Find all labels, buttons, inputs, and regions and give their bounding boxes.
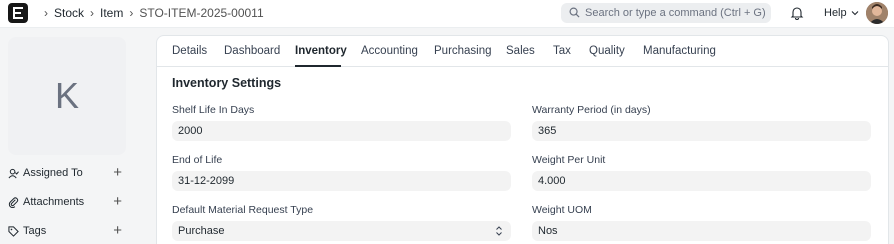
search-input[interactable] xyxy=(585,5,765,21)
tab-details[interactable]: Details xyxy=(172,45,207,57)
search-icon xyxy=(569,7,580,18)
tab-purchasing[interactable]: Purchasing xyxy=(434,45,492,57)
material-request-type-select[interactable]: Purchase xyxy=(172,221,511,241)
sidebar-item-tags[interactable]: Tags + xyxy=(8,223,126,239)
breadcrumb-stock[interactable]: Stock xyxy=(54,6,84,20)
tab-sales[interactable]: Sales xyxy=(506,45,535,57)
tab-bar: Details Dashboard Inventory Accounting P… xyxy=(157,36,888,67)
material-request-type-value: Purchase xyxy=(178,225,225,237)
chevron-right-icon: › xyxy=(90,6,95,20)
chevron-down-icon xyxy=(851,11,859,16)
search-bar[interactable] xyxy=(561,3,771,23)
breadcrumb: › Stock › Item › STO-ITEM-2025-00011 xyxy=(38,6,264,20)
field-label-weight-uom: Weight UOM xyxy=(532,204,592,216)
tab-dashboard[interactable]: Dashboard xyxy=(224,45,280,57)
weight-uom-input[interactable]: Nos xyxy=(532,221,871,241)
help-dropdown[interactable]: Help xyxy=(824,7,859,19)
sidebar-item-label: Tags xyxy=(23,225,47,237)
tag-icon xyxy=(8,225,19,237)
sidebar-item-label: Assigned To xyxy=(23,167,83,179)
add-tag-icon[interactable]: + xyxy=(113,223,122,239)
chevron-right-icon: › xyxy=(129,6,134,20)
field-label-shelf-life: Shelf Life In Days xyxy=(172,104,255,116)
section-title: Inventory Settings xyxy=(172,76,282,90)
weight-per-unit-input[interactable]: 4.000 xyxy=(532,171,871,191)
tab-inventory[interactable]: Inventory xyxy=(295,45,347,57)
select-arrows-icon xyxy=(496,226,502,236)
sidebar-item-attachments[interactable]: Attachments + xyxy=(8,194,126,210)
warranty-period-input[interactable]: 365 xyxy=(532,121,871,141)
shelf-life-input[interactable]: 2000 xyxy=(172,121,511,141)
breadcrumb-item[interactable]: Item xyxy=(100,6,123,20)
help-label: Help xyxy=(824,7,847,19)
top-navbar: › Stock › Item › STO-ITEM-2025-00011 Hel… xyxy=(0,0,894,28)
sidebar-item-assigned-to[interactable]: Assigned To + xyxy=(8,165,126,181)
field-label-material-request-type: Default Material Request Type xyxy=(172,204,314,216)
add-assignee-icon[interactable]: + xyxy=(113,165,122,181)
sidebar-item-label: Attachments xyxy=(23,196,85,208)
add-attachment-icon[interactable]: + xyxy=(113,194,122,210)
bell-icon[interactable] xyxy=(790,6,804,20)
user-check-icon xyxy=(8,168,19,178)
tab-accounting[interactable]: Accounting xyxy=(361,45,418,57)
field-label-weight-per-unit: Weight Per Unit xyxy=(532,154,606,166)
field-label-end-of-life: End of Life xyxy=(172,154,223,166)
tab-tax[interactable]: Tax xyxy=(553,45,571,57)
paperclip-icon xyxy=(8,196,19,208)
tab-quality[interactable]: Quality xyxy=(589,45,625,57)
avatar[interactable] xyxy=(866,2,888,24)
image-placeholder-letter: K xyxy=(54,75,79,116)
end-of-life-input[interactable]: 31-12-2099 xyxy=(172,171,511,191)
tab-manufacturing[interactable]: Manufacturing xyxy=(643,45,716,57)
breadcrumb-current: STO-ITEM-2025-00011 xyxy=(139,6,264,20)
item-image-placeholder[interactable]: K xyxy=(8,37,126,155)
chevron-right-icon: › xyxy=(44,6,48,20)
item-form-panel: Details Dashboard Inventory Accounting P… xyxy=(156,35,889,244)
field-label-warranty-period: Warranty Period (in days) xyxy=(532,104,651,116)
app-logo-icon[interactable] xyxy=(8,3,28,23)
active-tab-indicator xyxy=(295,65,341,67)
